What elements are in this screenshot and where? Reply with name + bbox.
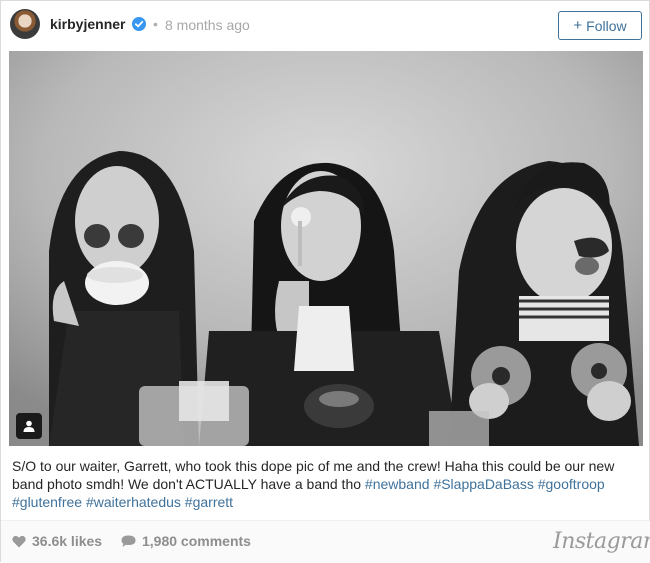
hashtag-link[interactable]: #gooftroop: [538, 476, 605, 492]
heart-icon: [12, 535, 26, 547]
post-timestamp[interactable]: 8 months ago: [165, 17, 250, 33]
hashtag-link[interactable]: #newband: [365, 476, 430, 492]
likes-count[interactable]: 36.6k likes: [12, 533, 102, 549]
follow-button[interactable]: + Follow: [558, 11, 642, 40]
post-footer: 36.6k likes 1,980 comments Instagram: [1, 520, 650, 563]
post-caption: S/O to our waiter, Garrett, who took thi…: [12, 457, 642, 511]
comment-bubble-icon: [121, 535, 136, 547]
instagram-post-card: kirbyjenner • 8 months ago + Follow S/O …: [0, 0, 650, 563]
hashtag-link[interactable]: #garrett: [185, 494, 233, 510]
avatar[interactable]: [10, 9, 40, 39]
username-link[interactable]: kirbyjenner: [50, 16, 125, 32]
post-photo[interactable]: [9, 51, 643, 446]
instagram-logo[interactable]: Instagram: [553, 529, 650, 554]
photo-image: [9, 51, 643, 446]
separator-dot: •: [153, 16, 158, 32]
plus-icon: +: [573, 17, 583, 34]
likes-label: 36.6k likes: [32, 533, 103, 549]
tagged-users-button[interactable]: [16, 413, 42, 439]
hashtag-link[interactable]: #glutenfree: [12, 494, 82, 510]
follow-label: Follow: [586, 17, 627, 34]
post-header: kirbyjenner • 8 months ago + Follow: [1, 1, 650, 49]
hashtag-link[interactable]: #waiterhatedus: [86, 494, 181, 510]
comments-label: 1,980 comments: [142, 533, 251, 549]
hashtag-link[interactable]: #SlappaDaBass: [433, 476, 533, 492]
user-tag-icon: [23, 420, 35, 432]
comments-count[interactable]: 1,980 comments: [121, 533, 251, 549]
verified-badge-icon: [132, 17, 146, 31]
